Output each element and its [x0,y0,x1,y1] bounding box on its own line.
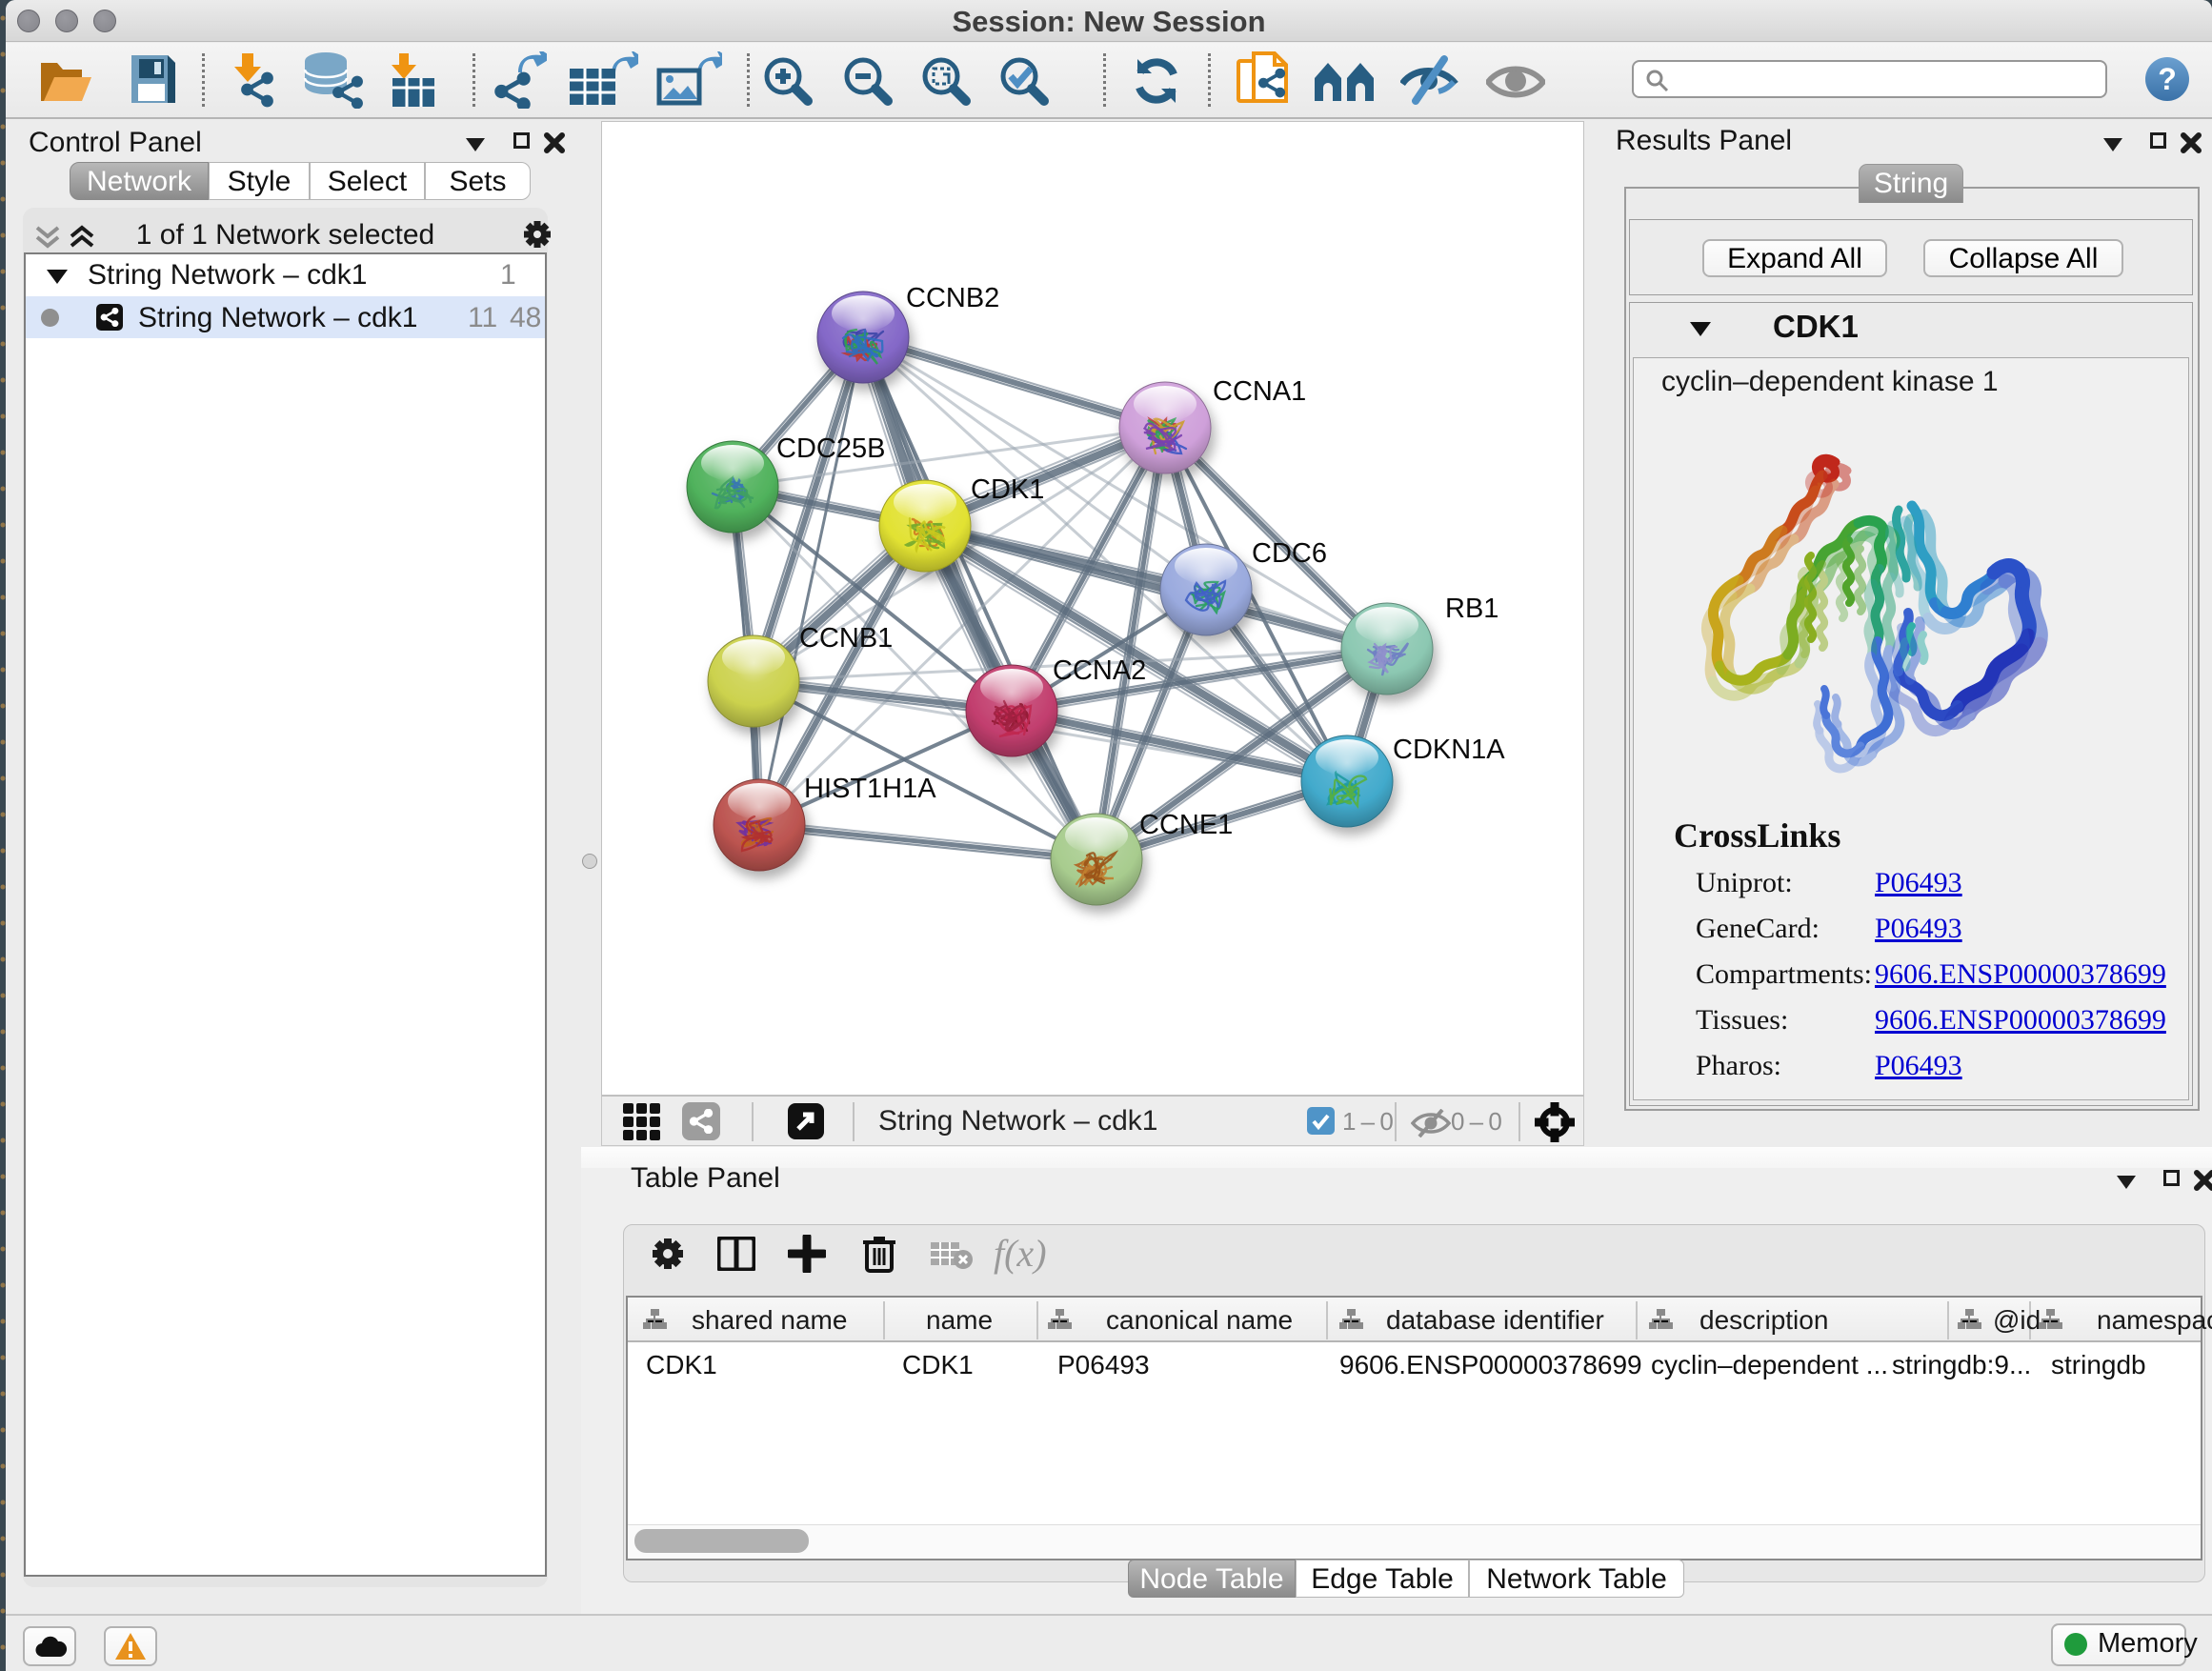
svg-text:CCNA1: CCNA1 [1213,376,1306,407]
svg-text:CDC6: CDC6 [1252,538,1327,569]
svg-text:CDK1: CDK1 [971,474,1044,505]
svg-text:CCNE1: CCNE1 [1139,810,1233,840]
svg-text:CCNB1: CCNB1 [799,623,893,654]
svg-text:RB1: RB1 [1445,594,1498,624]
svg-text:CDKN1A: CDKN1A [1393,735,1505,765]
svg-text:CCNB2: CCNB2 [906,283,999,313]
svg-text:CCNA2: CCNA2 [1053,655,1146,686]
svg-text:CDC25B: CDC25B [776,433,885,464]
svg-text:HIST1H1A: HIST1H1A [804,774,936,804]
